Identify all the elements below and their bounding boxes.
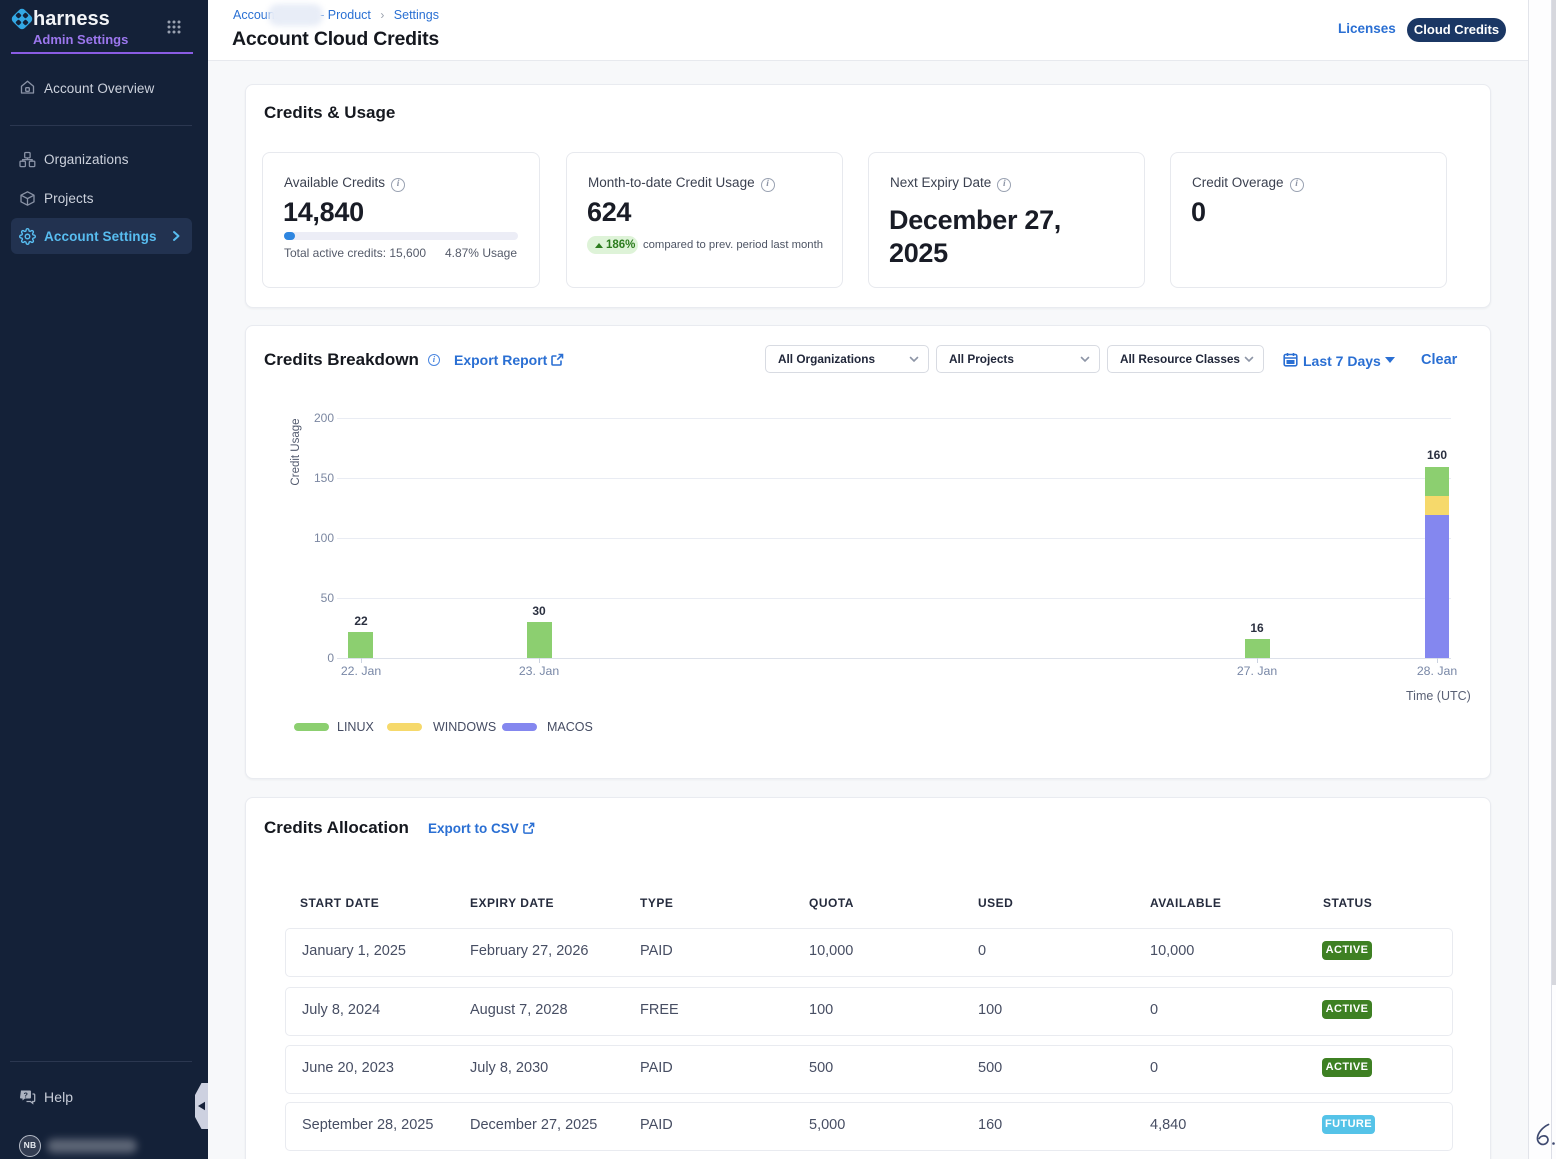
svg-text:?: ? [24, 1092, 28, 1099]
